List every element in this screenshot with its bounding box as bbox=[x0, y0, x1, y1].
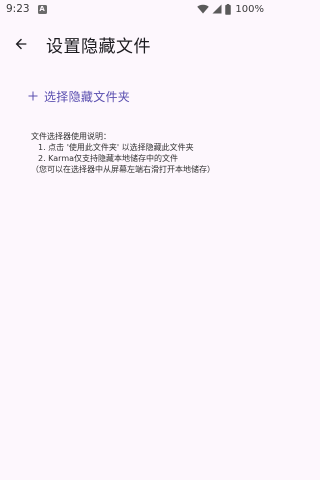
wifi-icon bbox=[197, 4, 210, 14]
file-picker-instructions: 文件选择器使用说明： 1. 点击 '使用此文件夹' 以选择隐藏此文件夹 2. K… bbox=[31, 131, 263, 175]
status-indicators: 100% bbox=[197, 3, 264, 15]
battery-percent: 100% bbox=[235, 3, 264, 15]
cell-signal-icon bbox=[212, 4, 222, 14]
app-bar: 设置隐藏文件 bbox=[0, 24, 270, 64]
notification-icon: A bbox=[37, 4, 47, 14]
screen: 9:23 A 100% 设置隐藏文件 选择隐藏文件夹 文件选择器使用说明： 1.… bbox=[0, 0, 270, 480]
instructions-note: （您可以在选择器中从屏幕左端右滑打开本地储存） bbox=[31, 165, 215, 174]
select-hidden-folder-label: 选择隐藏文件夹 bbox=[44, 89, 131, 104]
instructions-item-2: 2. Karma仅支持隐藏本地储存中的文件 bbox=[38, 154, 179, 163]
battery-icon bbox=[225, 3, 232, 15]
instructions-item-1: 1. 点击 '使用此文件夹' 以选择隐藏此文件夹 bbox=[38, 143, 194, 152]
instructions-heading: 文件选择器使用说明： bbox=[31, 132, 111, 141]
arrow-back-icon bbox=[15, 38, 27, 50]
back-button[interactable] bbox=[1, 24, 41, 64]
status-bar: 9:23 A 100% bbox=[0, 0, 270, 18]
select-hidden-folder-button[interactable]: 选择隐藏文件夹 bbox=[26, 84, 130, 108]
status-time: 9:23 bbox=[6, 3, 30, 15]
page-title: 设置隐藏文件 bbox=[46, 36, 151, 57]
plus-icon bbox=[26, 89, 40, 103]
